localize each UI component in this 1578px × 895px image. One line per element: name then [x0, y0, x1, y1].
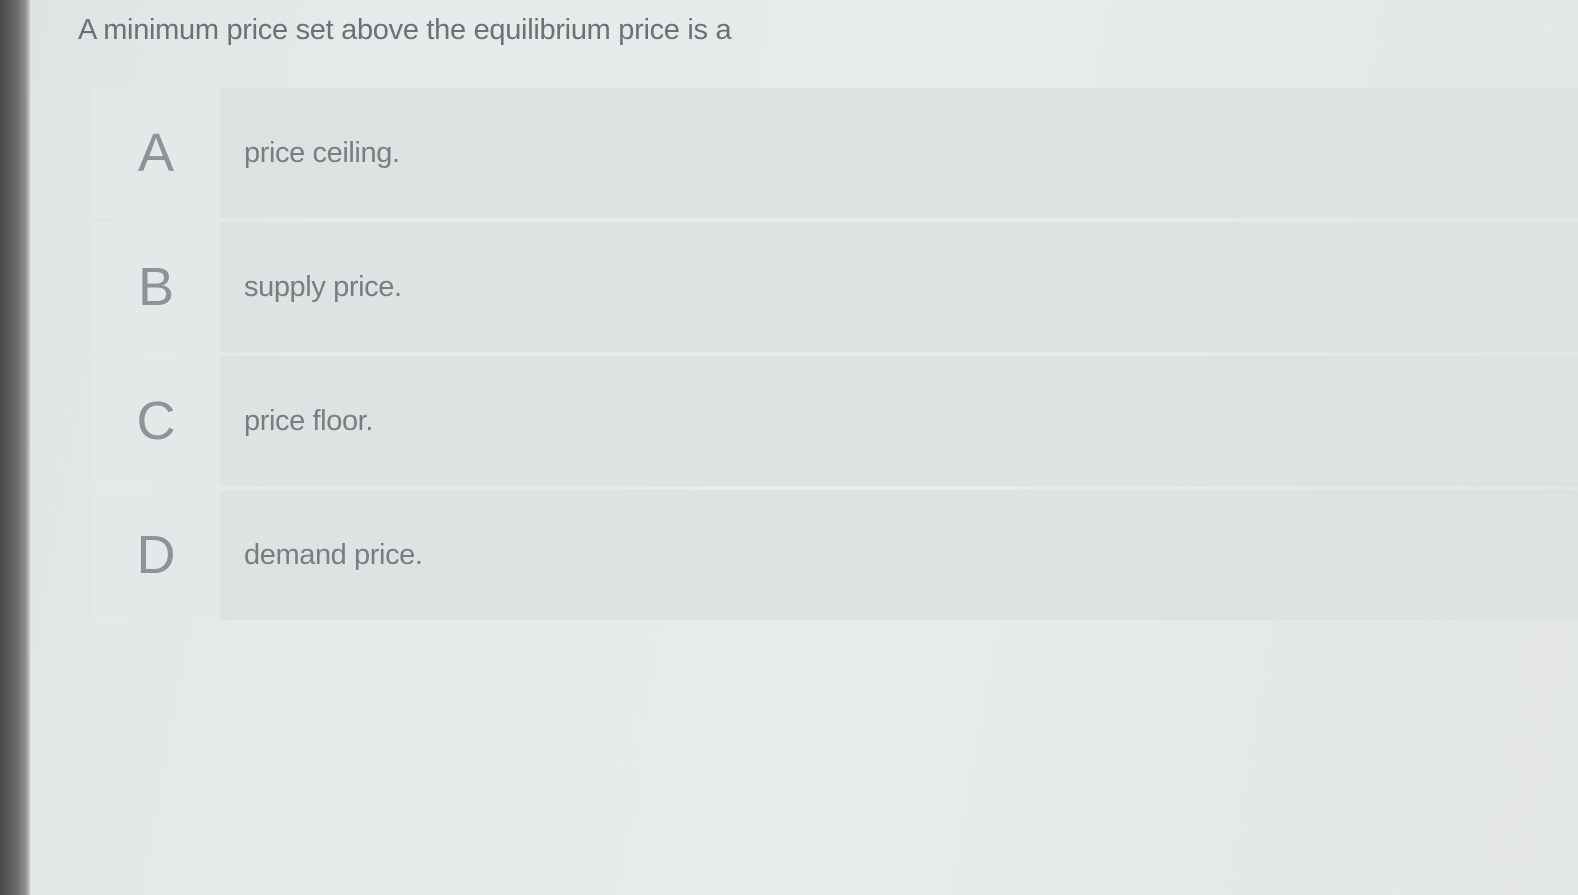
- option-c-text: price floor.: [244, 404, 373, 437]
- option-b[interactable]: B supply price.: [92, 222, 1578, 352]
- option-a-letter: A: [137, 123, 175, 183]
- option-d-letter: D: [136, 525, 176, 585]
- option-c-letter-cell: C: [92, 356, 220, 486]
- option-d-text-cell: demand price.: [220, 490, 1578, 620]
- option-a-text: price ceiling.: [244, 136, 400, 169]
- option-d-letter-cell: D: [92, 490, 220, 620]
- option-c[interactable]: C price floor.: [92, 356, 1578, 486]
- option-c-text-cell: price floor.: [220, 356, 1578, 486]
- option-d-text: demand price.: [244, 538, 423, 571]
- option-c-letter: C: [136, 391, 176, 451]
- device-bezel: [0, 0, 30, 895]
- option-b-letter: B: [137, 257, 175, 317]
- option-b-text: supply price.: [244, 270, 402, 303]
- option-a-text-cell: price ceiling.: [220, 88, 1578, 218]
- option-b-text-cell: supply price.: [220, 222, 1578, 352]
- option-a[interactable]: A price ceiling.: [92, 88, 1578, 218]
- question-text: A minimum price set above the equilibriu…: [78, 14, 732, 46]
- option-b-letter-cell: B: [92, 222, 220, 352]
- answer-options: A price ceiling. B supply price. C price…: [92, 88, 1578, 624]
- option-d[interactable]: D demand price.: [92, 490, 1578, 620]
- option-a-letter-cell: A: [92, 88, 220, 218]
